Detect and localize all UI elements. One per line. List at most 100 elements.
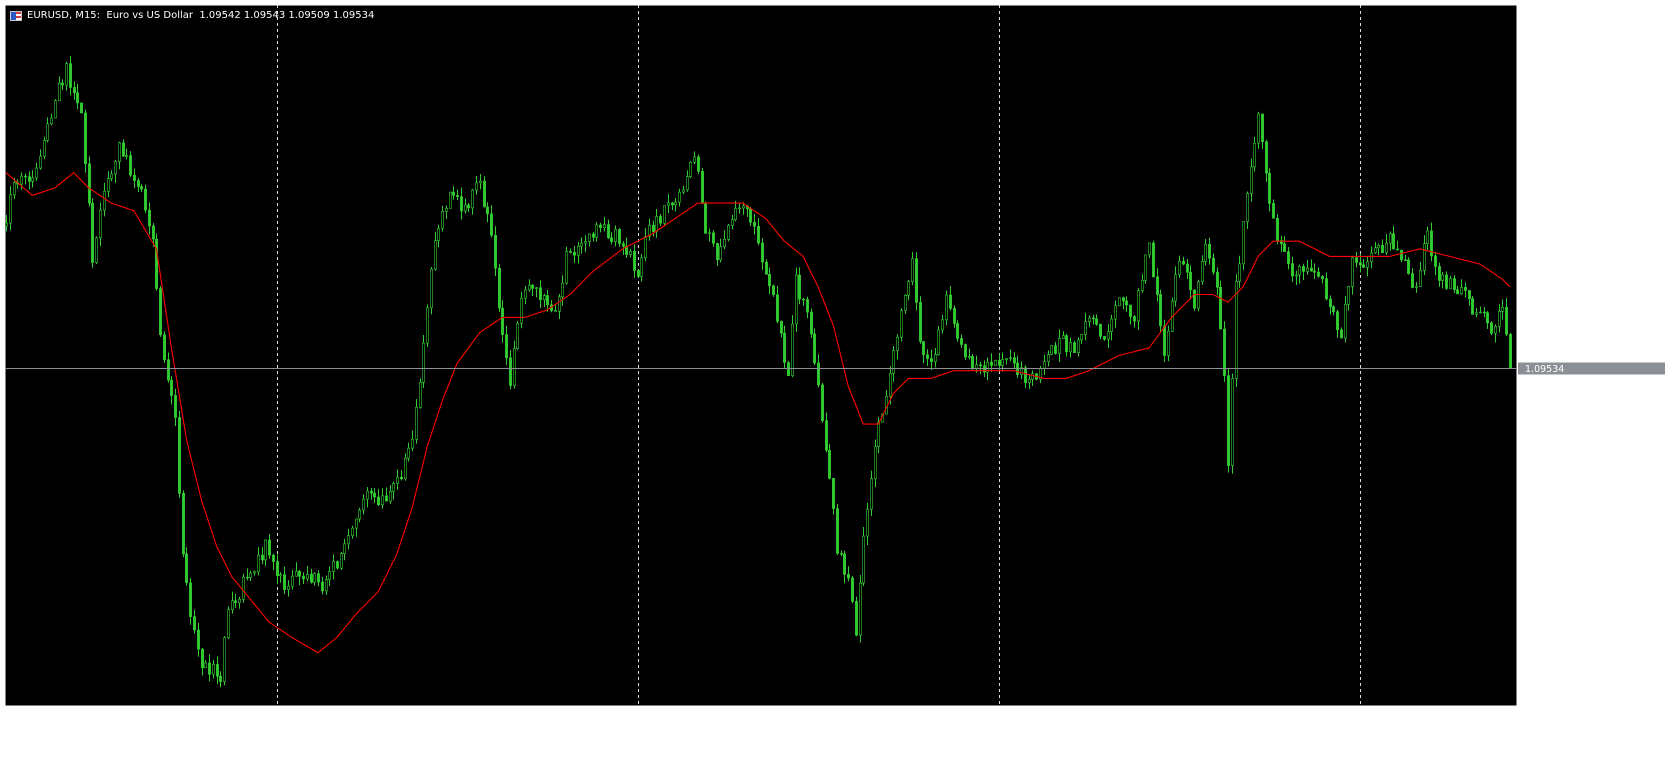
time-tick-label: 17 Apr 13:00 bbox=[127, 712, 189, 723]
time-tick-label: 21 Apr 09:00 bbox=[1511, 712, 1573, 723]
candle-bear bbox=[546, 295, 549, 306]
candle-bull bbox=[934, 354, 937, 363]
candle-bear bbox=[633, 250, 636, 271]
candle-bull bbox=[471, 189, 474, 209]
candle-bear bbox=[1129, 304, 1132, 317]
candle-bear bbox=[825, 420, 828, 451]
candle-bull bbox=[900, 310, 903, 338]
candle-bear bbox=[1483, 311, 1486, 314]
candle-bull bbox=[1501, 307, 1504, 312]
candle-bull bbox=[31, 177, 34, 182]
candle-bear bbox=[776, 294, 779, 322]
candle-bull bbox=[434, 240, 437, 270]
candle-bear bbox=[268, 539, 271, 556]
candle-bear bbox=[971, 356, 974, 370]
candle-bull bbox=[426, 307, 429, 344]
candle-bull bbox=[9, 194, 12, 224]
candle-bull bbox=[430, 268, 433, 309]
candle-bull bbox=[686, 176, 689, 191]
candle-bull bbox=[1460, 287, 1463, 295]
time-tick-label: 19 Apr 17:00 bbox=[909, 712, 971, 723]
candle-bear bbox=[1411, 273, 1414, 288]
candle-bear bbox=[1400, 249, 1403, 261]
candle-bull bbox=[655, 216, 658, 232]
candle-bear bbox=[652, 224, 655, 232]
price-tick-label: 1.09720 bbox=[1525, 222, 1564, 233]
candle-bull bbox=[1009, 357, 1012, 359]
candle-bear bbox=[336, 561, 339, 569]
candle-bull bbox=[588, 233, 591, 242]
candle-bear bbox=[148, 209, 151, 227]
candle-bear bbox=[501, 307, 504, 335]
candle-bear bbox=[509, 357, 512, 386]
candle-bear bbox=[189, 582, 192, 617]
candle-bull bbox=[1084, 321, 1087, 335]
candle-bear bbox=[216, 664, 219, 677]
candle-bull bbox=[1088, 317, 1091, 322]
candle-bull bbox=[1144, 254, 1147, 281]
candle-bear bbox=[1362, 264, 1365, 268]
candle-bear bbox=[1291, 263, 1294, 277]
candle-bear bbox=[174, 395, 177, 418]
candle-bull bbox=[1423, 243, 1426, 271]
candle-bear bbox=[573, 252, 576, 256]
candle-bull bbox=[1043, 361, 1046, 369]
candle-bull bbox=[738, 207, 741, 210]
candle-bull bbox=[1118, 297, 1121, 307]
candle-bull bbox=[1426, 230, 1429, 244]
candle-bear bbox=[460, 196, 463, 212]
candle-bull bbox=[1344, 303, 1347, 339]
candle-bull bbox=[513, 348, 516, 386]
candle-bear bbox=[1340, 329, 1343, 339]
candle-bear bbox=[618, 229, 621, 244]
price-tick-label: 1.09800 bbox=[1525, 161, 1564, 172]
candle-bull bbox=[565, 251, 568, 284]
candle-bear bbox=[622, 243, 625, 247]
candle-bull bbox=[1141, 280, 1144, 292]
candle-bull bbox=[708, 232, 711, 234]
candle-bull bbox=[535, 287, 538, 289]
candle-bull bbox=[264, 539, 267, 561]
chart-window[interactable]: EURUSD, M15: Euro vs US Dollar 1.09542 1… bbox=[0, 0, 1674, 778]
candle-bull bbox=[5, 222, 8, 227]
price-tick-label: 1.10000 bbox=[1525, 9, 1564, 20]
candle-bull bbox=[1250, 166, 1253, 194]
candle-bull bbox=[118, 142, 121, 163]
flag-icon bbox=[10, 11, 22, 21]
candle-bear bbox=[960, 338, 963, 345]
candle-bear bbox=[697, 156, 700, 172]
candle-bull bbox=[1005, 358, 1008, 360]
candle-bear bbox=[1268, 172, 1271, 204]
candle-bull bbox=[1366, 261, 1369, 268]
candle-bear bbox=[182, 492, 185, 555]
candle-bear bbox=[483, 180, 486, 208]
candle-bull bbox=[1494, 326, 1497, 334]
time-tick-label: 21 Apr 05:00 bbox=[1451, 712, 1513, 723]
candle-bull bbox=[54, 100, 57, 119]
price-tick-label: 1.09520 bbox=[1525, 374, 1564, 385]
candle-bear bbox=[1092, 317, 1095, 320]
candle-bear bbox=[798, 274, 801, 300]
candle-bear bbox=[953, 308, 956, 324]
candle-bear bbox=[1302, 266, 1305, 272]
price-tick-label: 1.09920 bbox=[1525, 70, 1564, 81]
candle-bull bbox=[859, 582, 862, 636]
candle-bull bbox=[520, 297, 523, 324]
candle-bear bbox=[283, 574, 286, 590]
candle-bull bbox=[561, 282, 564, 298]
candle-bear bbox=[1024, 367, 1027, 383]
candle-bull bbox=[212, 664, 215, 675]
candle-bull bbox=[328, 571, 331, 580]
header-text: EURUSD, M15: Euro vs US Dollar 1.09542 1… bbox=[27, 10, 375, 21]
candle-bull bbox=[558, 296, 561, 312]
price-chart[interactable]: 1.10000 1.09960 1.09920 1.09880 1.09840 1.098… bbox=[0, 0, 1674, 778]
candle-bear bbox=[919, 302, 922, 342]
candle-bear bbox=[1381, 245, 1384, 253]
candle-bear bbox=[592, 233, 595, 238]
candle-bull bbox=[1178, 260, 1181, 275]
time-tick-label: 18 Apr 17:00 bbox=[548, 712, 610, 723]
candle-bull bbox=[99, 209, 102, 239]
candle-bear bbox=[1438, 266, 1441, 281]
candle-bear bbox=[276, 561, 279, 577]
candle-bull bbox=[1050, 345, 1053, 355]
